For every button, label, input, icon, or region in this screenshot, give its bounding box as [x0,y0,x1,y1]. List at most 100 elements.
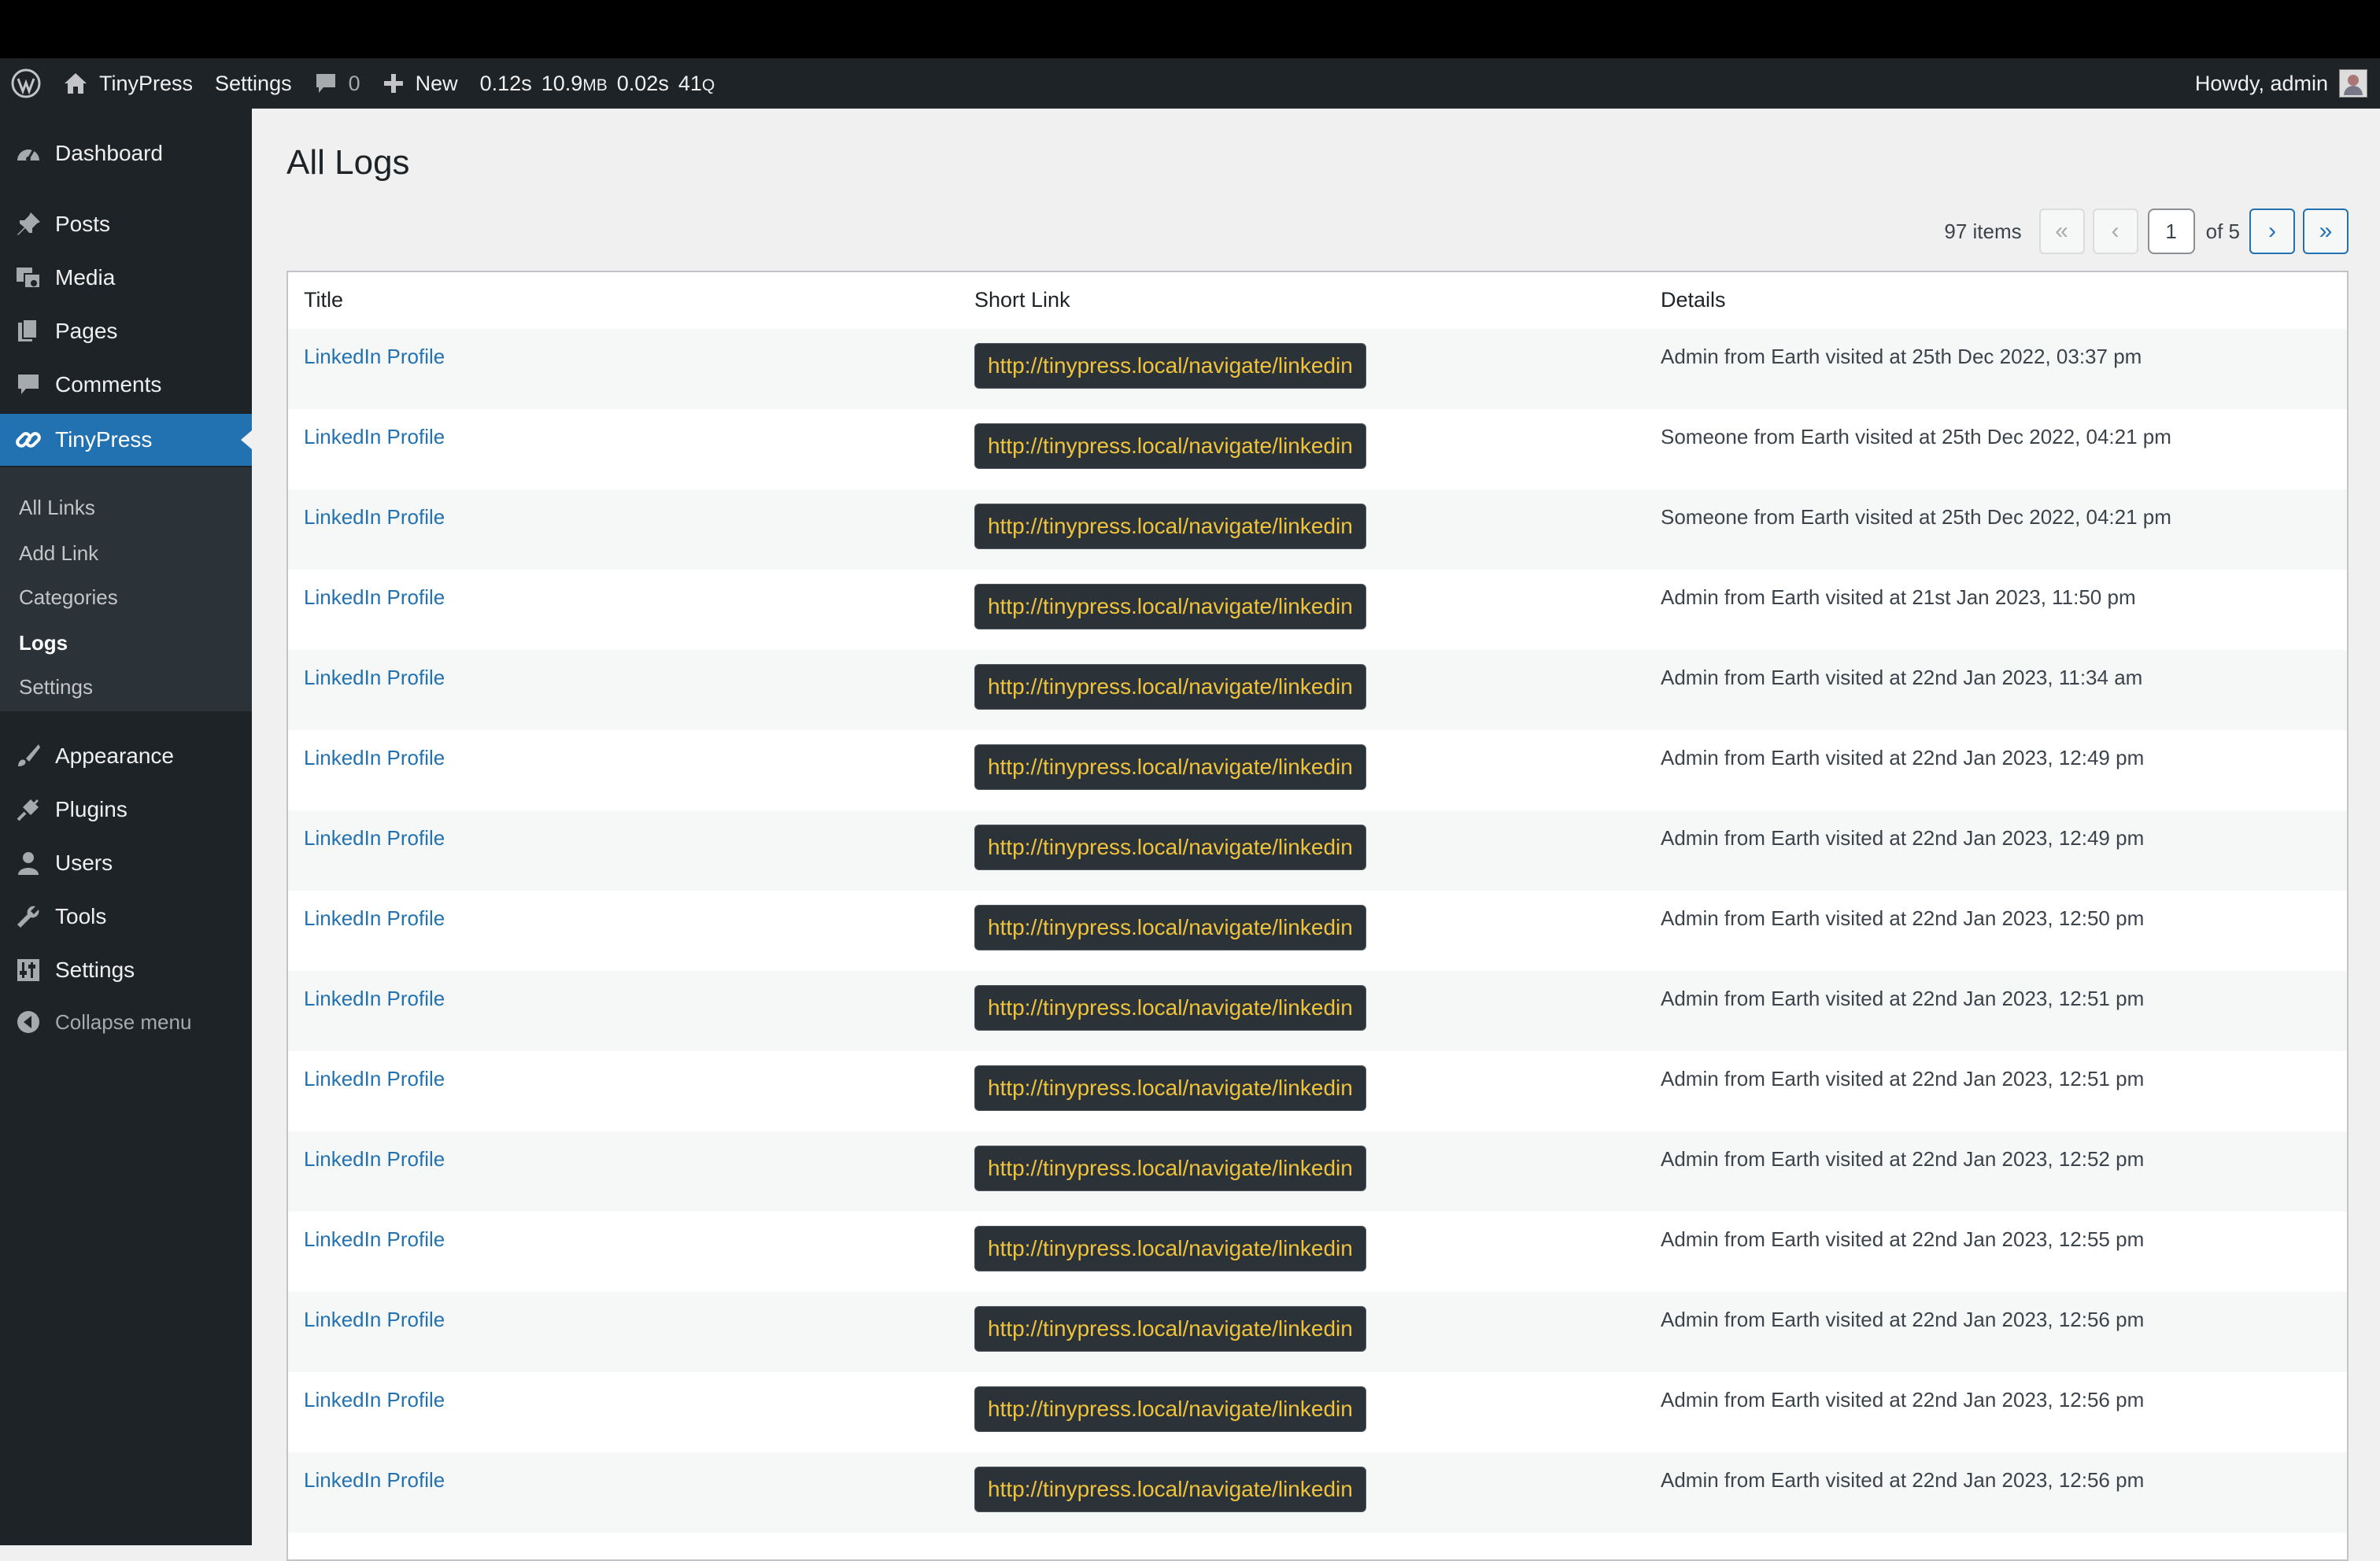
next-page-button[interactable]: › [2249,209,2295,254]
sidebar-item-label: Posts [55,212,111,236]
sidebar-item-settings[interactable]: Settings [0,944,252,996]
comment-bubble-icon [314,72,338,95]
short-link-code[interactable]: http://tinypress.local/navigate/linkedin [974,423,1366,469]
short-link-code[interactable]: http://tinypress.local/navigate/linkedin [974,584,1366,629]
short-link-code[interactable]: http://tinypress.local/navigate/linkedin [974,1065,1366,1111]
short-link-code[interactable]: http://tinypress.local/navigate/linkedin [974,985,1366,1031]
short-link-code[interactable]: http://tinypress.local/navigate/linkedin [974,825,1366,870]
log-title-link[interactable]: LinkedIn Profile [304,1147,445,1172]
log-details: Admin from Earth visited at 22nd Jan 202… [1661,746,2145,769]
prev-page-button[interactable]: ‹ [2092,209,2138,254]
short-link-code[interactable]: http://tinypress.local/navigate/linkedin [974,343,1366,389]
log-title-link[interactable]: LinkedIn Profile [304,505,445,530]
log-details: Someone from Earth visited at 25th Dec 2… [1661,505,2171,529]
log-details: Admin from Earth visited at 22nd Jan 202… [1661,666,2143,689]
short-link-code[interactable]: http://tinypress.local/navigate/linkedin [974,664,1366,710]
sidebar-item-label: Tools [55,904,107,928]
submenu-logs[interactable]: Logs [19,631,68,655]
submenu-categories[interactable]: Categories [19,585,118,610]
short-link-code[interactable]: http://tinypress.local/navigate/linkedin [974,1226,1366,1271]
sidebar-item-tools[interactable]: Tools [0,891,252,943]
short-link-code[interactable]: http://tinypress.local/navigate/linkedin [974,744,1366,790]
log-details: Admin from Earth visited at 22nd Jan 202… [1661,987,2145,1010]
sidebar-item-comments[interactable]: Comments [0,359,252,411]
log-title-link[interactable]: LinkedIn Profile [304,746,445,770]
log-title-link[interactable]: LinkedIn Profile [304,666,445,690]
short-link-code[interactable]: http://tinypress.local/navigate/linkedin [974,1306,1366,1352]
log-title-link[interactable]: LinkedIn Profile [304,585,445,610]
new-content-link[interactable]: New [371,58,469,109]
screen-top-bezel [0,0,2380,58]
pushpin-icon [14,210,42,238]
sidebar-item-plugins[interactable]: Plugins [0,784,252,836]
log-title-link[interactable]: LinkedIn Profile [304,1468,445,1493]
short-link-code[interactable]: http://tinypress.local/navigate/linkedin [974,905,1366,950]
table-row: LinkedIn Profile http://tinypress.local/n… [288,1372,2347,1452]
submenu-add-link[interactable]: Add Link [19,541,98,566]
sidebar-item-users[interactable]: Users [0,837,252,889]
log-title-link[interactable]: LinkedIn Profile [304,1067,445,1091]
link-icon [14,426,42,454]
log-details: Admin from Earth visited at 22nd Jan 202… [1661,1468,2145,1492]
sidebar-item-label: Dashboard [55,141,163,165]
my-account[interactable]: Howdy, admin [2195,58,2367,109]
sidebar-item-posts[interactable]: Posts [0,198,252,250]
short-link-code[interactable]: http://tinypress.local/navigate/linkedin [974,1467,1366,1512]
short-link-code[interactable]: http://tinypress.local/navigate/linkedin [974,1386,1366,1432]
short-link-code[interactable]: http://tinypress.local/navigate/linkedin [974,1146,1366,1191]
submenu-all-links[interactable]: All Links [19,496,95,520]
perf-db-time: 0.02s [616,71,669,95]
sidebar-item-appearance[interactable]: Appearance [0,730,252,782]
column-header-details: Details [1661,288,1726,312]
wordpress-logo-icon[interactable] [0,58,52,109]
log-title-link[interactable]: LinkedIn Profile [304,826,445,851]
sidebar-item-label: Appearance [55,744,175,768]
log-details: Admin from Earth visited at 22nd Jan 202… [1661,1147,2145,1171]
pagination: 97 items « ‹ 1 of 5 › » [1944,208,2349,255]
media-icon [14,264,42,292]
tinypress-submenu: All Links Add Link Categories Logs Setti… [0,467,252,711]
sidebar-item-label: TinyPress [55,427,153,452]
current-page-input[interactable]: 1 [2147,209,2195,254]
comment-icon [14,371,42,399]
log-title-link[interactable]: LinkedIn Profile [304,425,445,449]
comments-count: 0 [348,71,360,95]
short-link-code[interactable]: http://tinypress.local/navigate/linkedin [974,504,1366,549]
plus-icon [382,72,405,94]
log-details: Admin from Earth visited at 22nd Jan 202… [1661,826,2145,850]
log-title-link[interactable]: LinkedIn Profile [304,1308,445,1332]
sidebar-item-label: Collapse menu [55,1009,192,1034]
settings-sliders-icon [14,956,42,984]
last-page-button[interactable]: » [2303,209,2349,254]
site-name-link[interactable]: TinyPress [52,58,204,109]
perf-time: 0.12s [479,71,532,95]
new-label: New [415,71,458,95]
column-header-title[interactable]: Title [304,288,343,312]
query-monitor-stats[interactable]: 0.12s 10.9MB 0.02s 41Q [469,58,726,109]
admin-bar: TinyPress Settings 0 New 0.12s 10.9MB 0.… [0,58,2380,109]
first-page-button[interactable]: « [2038,209,2085,254]
collapse-menu-button[interactable]: Collapse menu [0,996,252,1048]
table-row: LinkedIn Profile http://tinypress.local/n… [288,1292,2347,1372]
adminbar-settings-link[interactable]: Settings [204,58,303,109]
sidebar-item-media[interactable]: Media [0,252,252,304]
log-title-link[interactable]: LinkedIn Profile [304,987,445,1011]
comments-link[interactable]: 0 [303,58,371,109]
log-title-link[interactable]: LinkedIn Profile [304,906,445,931]
sidebar-item-dashboard[interactable]: Dashboard [0,127,252,179]
log-title-link[interactable]: LinkedIn Profile [304,1388,445,1412]
logs-table: Title Short Link Details LinkedIn Profil… [286,271,2349,1561]
sidebar-item-label: Comments [55,372,162,397]
submenu-settings[interactable]: Settings [19,675,93,699]
sidebar-item-pages[interactable]: Pages [0,305,252,357]
sidebar-item-tinypress[interactable]: TinyPress [0,414,252,466]
adminbar-settings-label: Settings [215,71,292,95]
sidebar-item-label: Settings [55,958,135,982]
log-details: Someone from Earth visited at 25th Dec 2… [1661,425,2171,448]
admin-sidebar: Dashboard Posts Media Pages Comments Tin… [0,109,252,1545]
log-details: Admin from Earth visited at 25th Dec 202… [1661,345,2142,368]
log-title-link[interactable]: LinkedIn Profile [304,1227,445,1252]
log-details: Admin from Earth visited at 22nd Jan 202… [1661,906,2145,930]
sidebar-item-label: Users [55,851,113,875]
log-title-link[interactable]: LinkedIn Profile [304,345,445,369]
